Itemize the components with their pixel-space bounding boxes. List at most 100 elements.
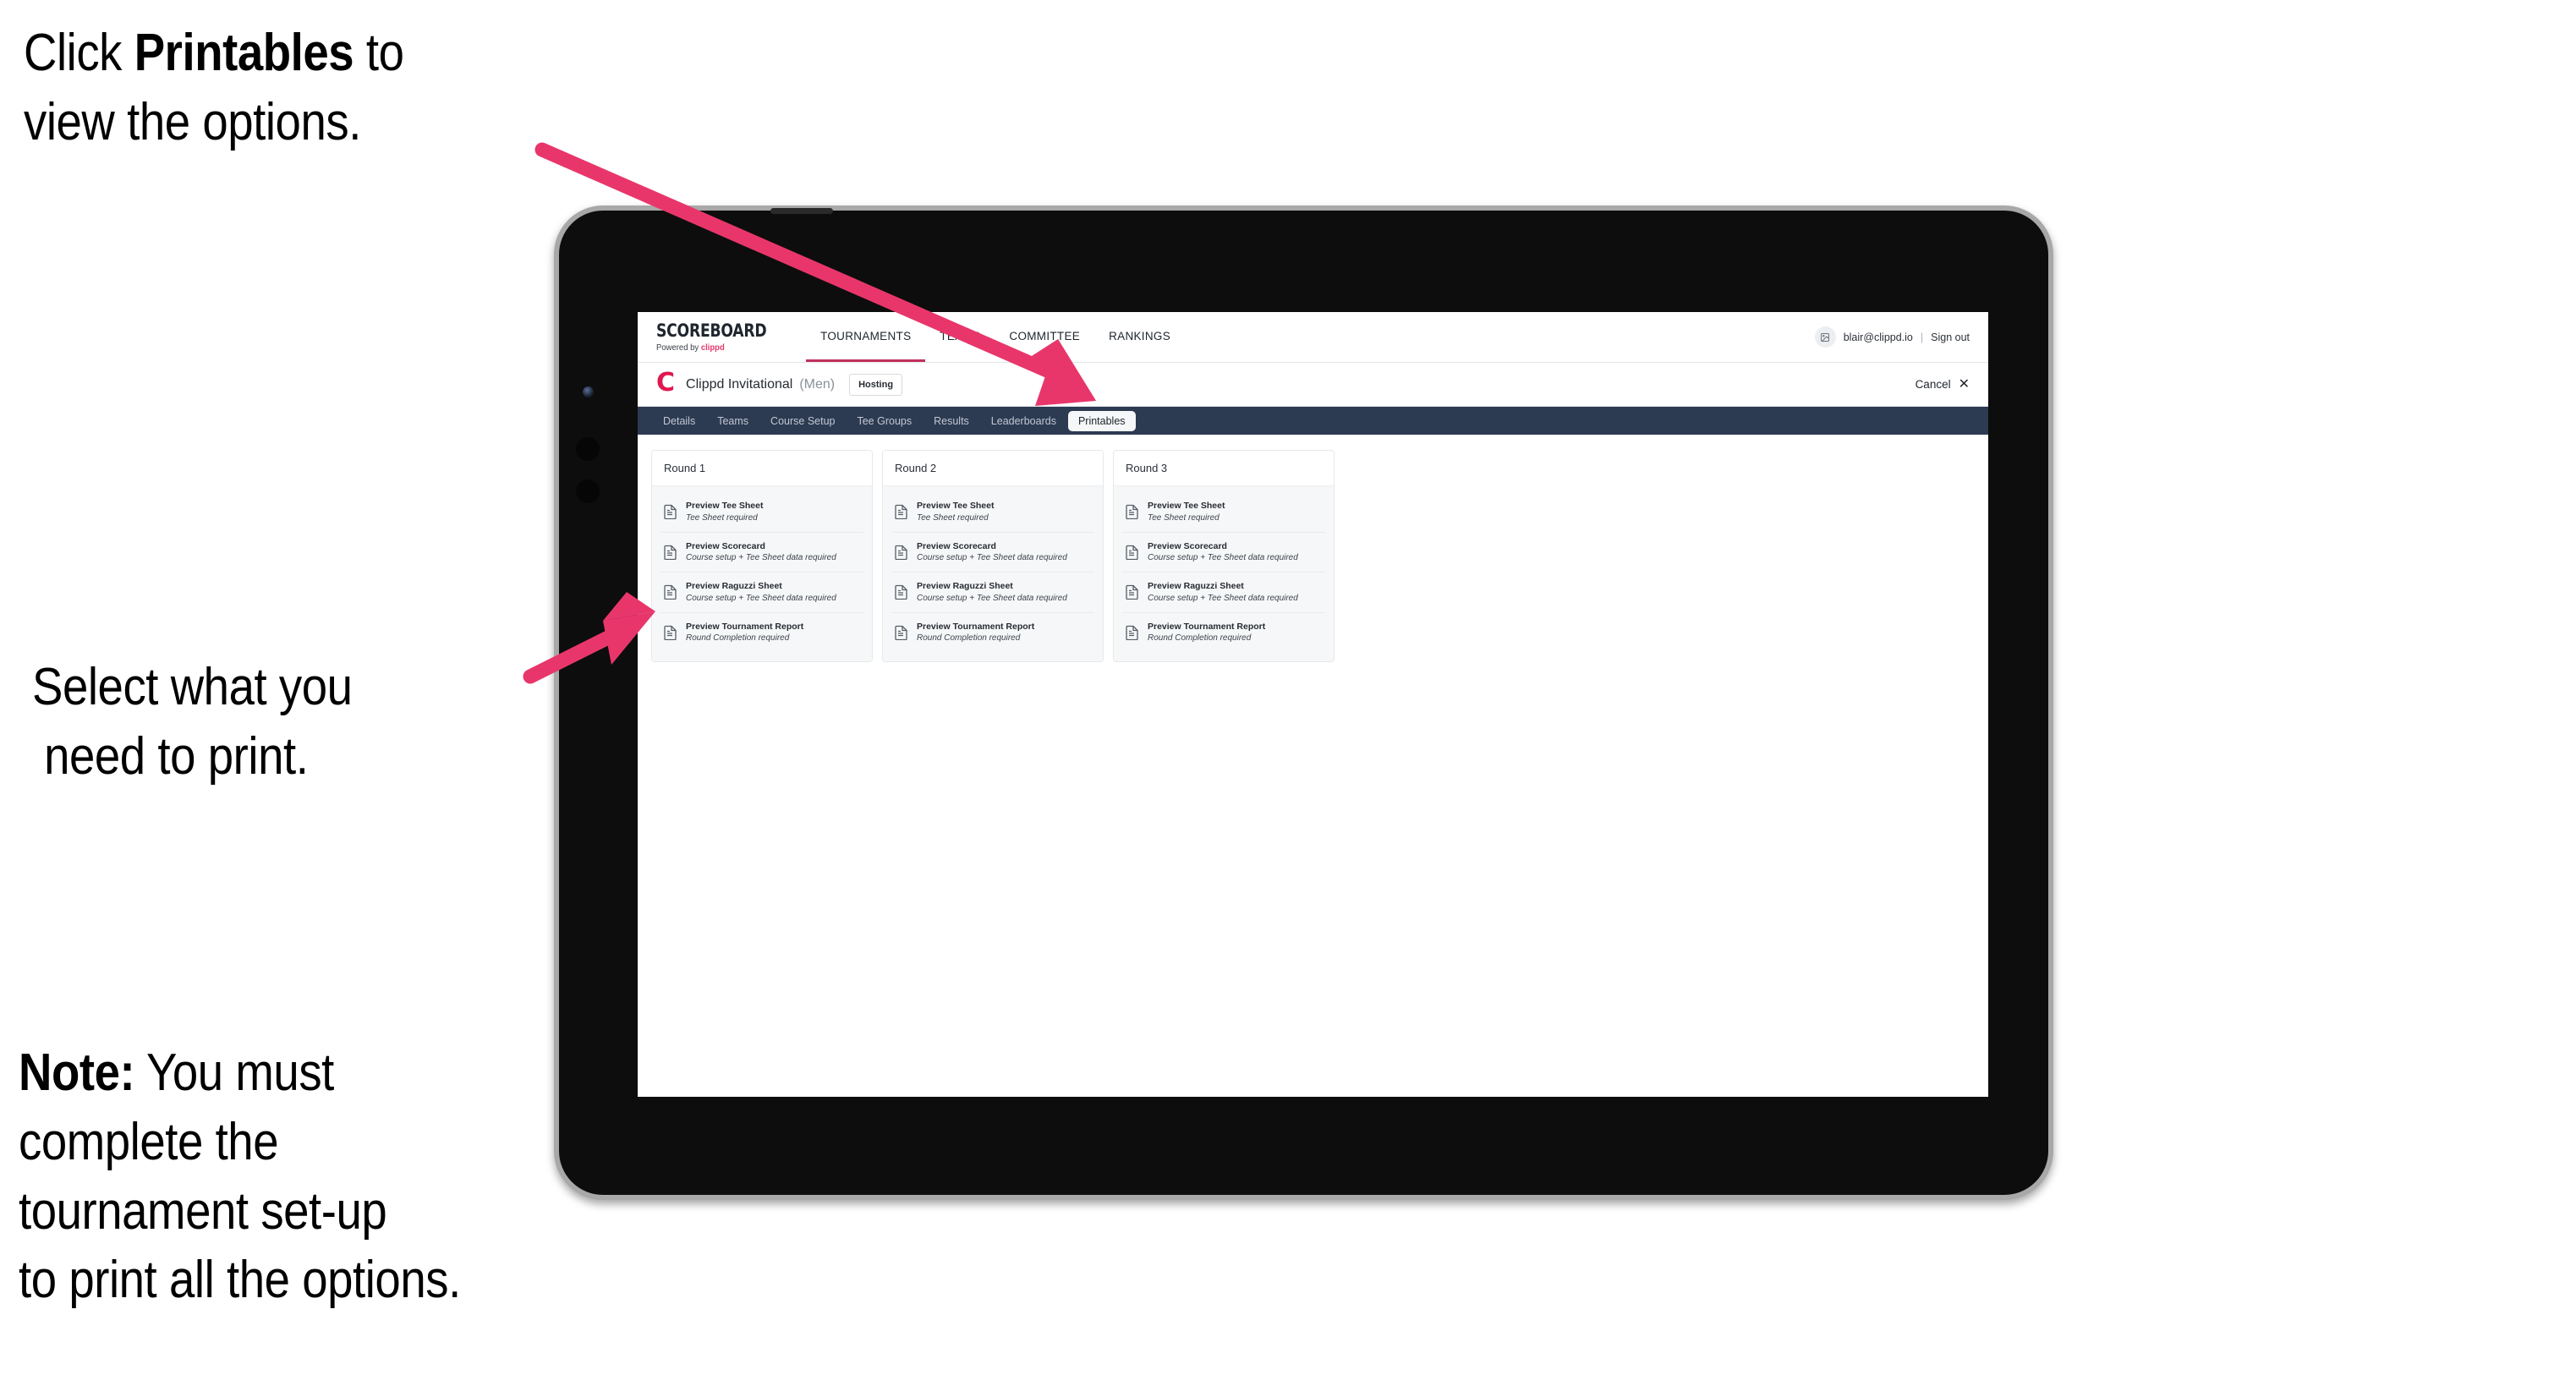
brand-subtitle: Powered by clippd <box>656 343 784 353</box>
annotation-select-line1: Select what you <box>32 658 353 716</box>
printable-requirement: Course setup + Tee Sheet data required <box>917 593 1067 603</box>
printable-requirement: Tee Sheet required <box>1148 512 1219 523</box>
close-icon: ✕ <box>1958 376 1970 392</box>
printable-title: Preview Tee Sheet <box>686 501 764 511</box>
printable-requirement: Tee Sheet required <box>686 512 758 523</box>
printable-title: Preview Scorecard <box>686 540 765 551</box>
printable-item-tee-sheet[interactable]: Preview Tee Sheet Tee Sheet required <box>660 492 863 533</box>
account-email: blair@clippd.io <box>1843 331 1913 343</box>
tournament-name: Clippd Invitational <box>686 376 793 392</box>
annotation-select-line2: need to print. <box>44 726 309 786</box>
printable-requirement: Round Completion required <box>917 633 1021 644</box>
tablet-button-2 <box>576 479 600 503</box>
printable-item-raguzzi-sheet[interactable]: Preview Raguzzi Sheet Course setup + Tee… <box>660 572 863 613</box>
tournament-gender: (Men) <box>799 376 836 392</box>
topnav-item-teams[interactable]: TEAMS <box>925 312 995 362</box>
brand-powered-prefix: Powered by <box>656 342 701 353</box>
tab-teams[interactable]: Teams <box>707 411 759 431</box>
printable-title: Preview Scorecard <box>1148 540 1227 551</box>
round-column-2: Round 2 Preview Tee Sheet Tee Sheet requ… <box>882 450 1104 663</box>
annotation-note: Note: You must complete the tournament s… <box>19 1038 629 1315</box>
cancel-label: Cancel <box>1915 378 1951 391</box>
clippd-c-icon: C <box>656 368 676 397</box>
round-title: Round 1 <box>652 451 872 486</box>
round-column-3: Round 3 Preview Tee Sheet Tee Sheet requ… <box>1113 450 1335 663</box>
round-items: Preview Tee Sheet Tee Sheet required Pre… <box>883 486 1103 662</box>
printable-item-tournament-report[interactable]: Preview Tournament Report Round Completi… <box>1122 612 1325 653</box>
printable-title: Preview Raguzzi Sheet <box>917 581 1013 592</box>
printable-title: Preview Scorecard <box>917 540 996 551</box>
printables-content: Round 1 Preview Tee Sheet Tee Sheet requ… <box>638 435 1988 678</box>
printable-item-scorecard[interactable]: Preview Scorecard Course setup + Tee She… <box>891 532 1094 573</box>
annotation-click-post: to <box>354 24 404 82</box>
page-root: Click Printables to view the options. Se… <box>0 0 2576 1386</box>
printable-title: Preview Tournament Report <box>1148 621 1266 632</box>
printable-requirement: Course setup + Tee Sheet data required <box>1148 553 1298 563</box>
sign-out-link[interactable]: Sign out <box>1931 331 1970 343</box>
brand-logo[interactable]: SCOREBOARD Powered by clippd <box>638 312 806 362</box>
document-icon <box>664 545 677 561</box>
document-icon <box>895 504 908 520</box>
round-items: Preview Tee Sheet Tee Sheet required Pre… <box>1114 486 1334 662</box>
printable-title: Preview Tee Sheet <box>1148 501 1225 511</box>
annotation-note-bold: Note: <box>19 1044 135 1102</box>
printable-title: Preview Tournament Report <box>686 621 804 632</box>
printable-title: Preview Raguzzi Sheet <box>1148 581 1244 592</box>
app-top-bar: SCOREBOARD Powered by clippd TOURNAMENTS… <box>638 312 1988 363</box>
printable-item-tee-sheet[interactable]: Preview Tee Sheet Tee Sheet required <box>1122 492 1325 533</box>
annotation-note-line4: to print all the options. <box>19 1251 461 1310</box>
brand-powered-clippd: clippd <box>700 342 725 353</box>
printable-requirement: Course setup + Tee Sheet data required <box>686 553 836 563</box>
document-icon <box>895 545 908 561</box>
topnav-item-tournaments[interactable]: TOURNAMENTS <box>806 312 926 362</box>
printable-requirement: Tee Sheet required <box>917 512 989 523</box>
printable-requirement: Course setup + Tee Sheet data required <box>1148 593 1298 603</box>
tab-details[interactable]: Details <box>653 411 705 431</box>
printable-item-scorecard[interactable]: Preview Scorecard Course setup + Tee She… <box>660 532 863 573</box>
avatar[interactable] <box>1814 326 1836 348</box>
printable-title: Preview Raguzzi Sheet <box>686 581 782 592</box>
document-icon <box>1126 584 1139 600</box>
document-icon <box>1126 504 1139 520</box>
topnav-item-committee[interactable]: COMMITTEE <box>995 312 1094 362</box>
printable-item-tournament-report[interactable]: Preview Tournament Report Round Completi… <box>891 612 1094 653</box>
tablet-button-1 <box>576 437 600 461</box>
printable-requirement: Course setup + Tee Sheet data required <box>917 553 1067 563</box>
topnav-item-rankings[interactable]: RANKINGS <box>1094 312 1185 362</box>
document-icon <box>664 625 677 641</box>
document-icon <box>664 584 677 600</box>
annotation-click-line2: view the options. <box>24 92 361 151</box>
printable-item-tee-sheet[interactable]: Preview Tee Sheet Tee Sheet required <box>891 492 1094 533</box>
annotation-click-bold: Printables <box>134 24 354 82</box>
printable-item-raguzzi-sheet[interactable]: Preview Raguzzi Sheet Course setup + Tee… <box>891 572 1094 613</box>
tab-tee-groups[interactable]: Tee Groups <box>847 411 922 431</box>
tablet-camera-led <box>583 386 594 397</box>
printable-title: Preview Tournament Report <box>917 621 1035 632</box>
document-icon <box>664 504 677 520</box>
document-icon <box>1126 625 1139 641</box>
printable-item-scorecard[interactable]: Preview Scorecard Course setup + Tee She… <box>1122 532 1325 573</box>
printable-item-tournament-report[interactable]: Preview Tournament Report Round Completi… <box>660 612 863 653</box>
document-icon <box>895 625 908 641</box>
section-tab-bar: Details Teams Course Setup Tee Groups Re… <box>638 407 1988 435</box>
printable-item-raguzzi-sheet[interactable]: Preview Raguzzi Sheet Course setup + Tee… <box>1122 572 1325 613</box>
brand-title: SCOREBOARD <box>656 320 767 341</box>
tablet-device: SCOREBOARD Powered by clippd TOURNAMENTS… <box>554 205 2053 1200</box>
annotation-select-print: Select what you need to print. <box>32 653 583 792</box>
annotation-note-line2: complete the <box>19 1112 279 1171</box>
printable-requirement: Round Completion required <box>686 633 790 644</box>
cancel-button[interactable]: Cancel ✕ <box>1915 376 1970 392</box>
document-icon <box>895 584 908 600</box>
round-column-1: Round 1 Preview Tee Sheet Tee Sheet requ… <box>651 450 873 663</box>
tablet-screen: SCOREBOARD Powered by clippd TOURNAMENTS… <box>638 312 1988 1097</box>
tab-results[interactable]: Results <box>924 411 979 431</box>
status-badge: Hosting <box>849 373 903 396</box>
annotation-click-pre: Click <box>24 24 134 82</box>
tablet-speaker <box>770 208 833 214</box>
tab-course-setup[interactable]: Course Setup <box>760 411 845 431</box>
tab-leaderboards[interactable]: Leaderboards <box>981 411 1066 431</box>
round-title: Round 3 <box>1114 451 1334 486</box>
tab-printables[interactable]: Printables <box>1067 410 1136 431</box>
round-title: Round 2 <box>883 451 1103 486</box>
account-separator: | <box>1920 331 1924 343</box>
